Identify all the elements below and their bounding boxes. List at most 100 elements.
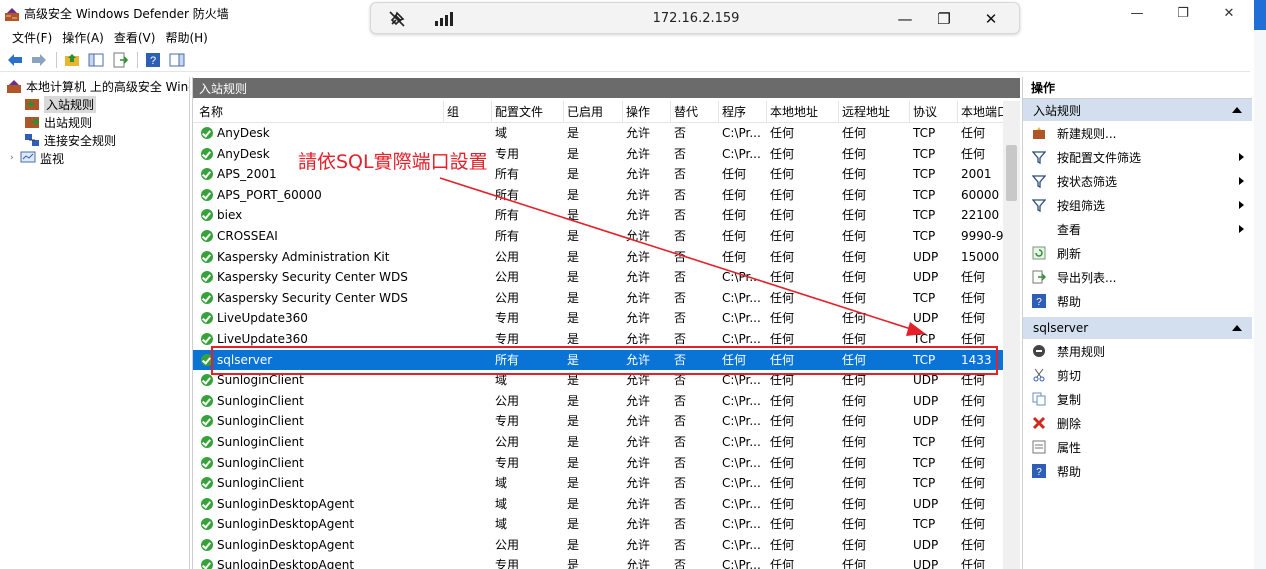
cell-override: 否: [674, 270, 687, 285]
rule-row[interactable]: SunloginClient 公用 是 允许 否 C:\Pr... 任何 任何 UDP 任何: [193, 391, 1003, 412]
cell-enabled: 是: [567, 126, 580, 140]
rule-row[interactable]: SunloginDesktopAgent 专用 是 允许 否 C:\Pr... 任何 任何 UD…: [193, 555, 1003, 569]
cell-program: C:\Pr...: [722, 537, 761, 552]
column-header-action[interactable]: 操作: [623, 101, 671, 123]
tree-item-inbound-rules[interactable]: 入站规则: [0, 95, 189, 113]
actions-section-inbound-rules[interactable]: 入站规则: [1023, 99, 1252, 121]
export-list-icon[interactable]: [111, 51, 129, 69]
action-help-rule[interactable]: ? 帮助: [1023, 459, 1252, 483]
cell-enabled: 是: [567, 167, 580, 182]
show-hide-tree-icon[interactable]: [87, 51, 105, 69]
rule-row[interactable]: SunloginDesktopAgent 域 是 允许 否 C:\Pr... 任何 任何 TCP…: [193, 514, 1003, 535]
action-view[interactable]: 查看: [1023, 217, 1252, 241]
action-filter-by-profile[interactable]: 按配置文件筛选: [1023, 145, 1252, 169]
menu-file[interactable]: 文件(F): [12, 29, 52, 46]
rule-row[interactable]: SunloginClient 公用 是 允许 否 C:\Pr... 任何 任何 TCP 任何: [193, 432, 1003, 453]
action-label: 帮助: [1057, 464, 1082, 479]
action-new-rule[interactable]: 新建规则...: [1023, 121, 1252, 145]
actions-section-label: 入站规则: [1033, 103, 1082, 118]
action-filter-by-group[interactable]: 按组筛选: [1023, 193, 1252, 217]
close-button[interactable]: ✕: [1206, 0, 1252, 27]
column-header-local-address[interactable]: 本地地址: [767, 101, 839, 123]
action-help[interactable]: ? 帮助: [1023, 289, 1252, 313]
rule-row[interactable]: LiveUpdate360 专用 是 允许 否 C:\Pr... 任何 任何 UDP 任何: [193, 308, 1003, 329]
column-header-protocol[interactable]: 协议: [910, 101, 958, 123]
action-disable-rule[interactable]: 禁用规则: [1023, 339, 1252, 363]
rule-row[interactable]: SunloginDesktopAgent 公用 是 允许 否 C:\Pr... 任何 任何 UD…: [193, 535, 1003, 556]
action-cut[interactable]: 剪切: [1023, 363, 1252, 387]
rule-row[interactable]: APS_PORT_60000 所有 是 允许 否 任何 任何 任何 TCP 60000: [193, 185, 1003, 206]
column-header-profile[interactable]: 配置文件: [492, 101, 564, 123]
rdp-minimize-button[interactable]: —: [892, 7, 918, 31]
cell-remote-address: 任何: [842, 311, 867, 326]
action-properties[interactable]: 属性: [1023, 435, 1252, 459]
rdp-close-button[interactable]: ✕: [978, 7, 1004, 31]
action-delete[interactable]: 删除: [1023, 411, 1252, 435]
cell-local-port: 任何: [961, 476, 986, 491]
cell-profile: 公用: [495, 270, 520, 285]
cell-local-port: 22100: [961, 208, 1000, 223]
menu-action[interactable]: 操作(A): [62, 29, 104, 46]
column-header-remote-address[interactable]: 远程地址: [839, 101, 910, 123]
rule-enabled-icon: [201, 538, 213, 551]
column-header-local-port[interactable]: 本地端口: [958, 101, 1003, 123]
collapse-caret-icon[interactable]: [1232, 325, 1242, 331]
rule-enabled-icon: [201, 332, 213, 345]
rule-row[interactable]: Kaspersky Security Center WDS 公用 是 允许 否 C:\Pr…: [193, 267, 1003, 288]
forward-arrow-icon[interactable]: [30, 51, 48, 69]
show-action-pane-icon[interactable]: [168, 51, 186, 69]
tree-item-outbound-rules[interactable]: 出站规则: [0, 113, 189, 131]
cell-protocol: TCP: [913, 208, 936, 223]
cell-local-address: 任何: [770, 270, 795, 285]
rule-row[interactable]: SunloginClient 专用 是 允许 否 C:\Pr... 任何 任何 UDP 任何: [193, 411, 1003, 432]
expand-chevron-icon[interactable]: ›: [10, 153, 20, 163]
cell-protocol: TCP: [913, 434, 936, 449]
rule-row[interactable]: biex 所有 是 允许 否 任何 任何 任何 TCP 22100: [193, 205, 1003, 226]
column-header-enabled[interactable]: 已启用: [564, 101, 623, 123]
column-header-program[interactable]: 程序: [719, 101, 767, 123]
up-folder-icon[interactable]: [63, 51, 81, 69]
action-filter-by-state[interactable]: 按状态筛选: [1023, 169, 1252, 193]
cell-group: [444, 308, 492, 328]
cell-enabled: 是: [567, 455, 580, 470]
rule-row[interactable]: SunloginClient 域 是 允许 否 C:\Pr... 任何 任何 TCP 任何: [193, 473, 1003, 494]
rule-row[interactable]: SunloginDesktopAgent 域 是 允许 否 C:\Pr... 任何 任何 UDP…: [193, 494, 1003, 515]
action-export-list[interactable]: 导出列表...: [1023, 265, 1252, 289]
menu-view[interactable]: 查看(V): [114, 29, 156, 46]
rule-row[interactable]: Kaspersky Security Center WDS 公用 是 允许 否 C:\Pr…: [193, 288, 1003, 309]
cell-remote-address: 任何: [842, 455, 867, 470]
cell-remote-address: 任何: [842, 270, 867, 285]
rule-enabled-icon: [201, 312, 213, 325]
help-icon[interactable]: ?: [144, 51, 162, 69]
rule-row[interactable]: SunloginClient 专用 是 允许 否 C:\Pr... 任何 任何 TCP 任何: [193, 453, 1003, 474]
rules-vertical-scrollbar[interactable]: [1003, 101, 1020, 569]
cell-enabled: 是: [567, 270, 580, 285]
rule-row[interactable]: Kaspersky Administration Kit 公用 是 允许 否 任何 任何 任何…: [193, 247, 1003, 268]
cell-local-address: 任何: [770, 126, 795, 140]
rule-row[interactable]: AnyDesk 域 是 允许 否 C:\Pr... 任何 任何 TCP 任何: [193, 123, 1003, 144]
minimize-button[interactable]: —: [1114, 0, 1160, 27]
action-copy[interactable]: 复制: [1023, 387, 1252, 411]
cell-override: 否: [674, 537, 687, 552]
cell-group: [444, 411, 492, 431]
menu-help[interactable]: 帮助(H): [165, 29, 207, 46]
column-header-override[interactable]: 替代: [671, 101, 719, 123]
cell-group: [444, 226, 492, 246]
back-arrow-icon[interactable]: [6, 51, 24, 69]
rule-row[interactable]: CROSSEAI 所有 是 允许 否 任何 任何 任何 TCP 9990-99: [193, 226, 1003, 247]
column-header-group[interactable]: 组: [444, 101, 492, 123]
tree-item-connection-security-rules[interactable]: 连接安全规则: [0, 131, 189, 149]
restore-button[interactable]: ❐: [1160, 0, 1206, 27]
scrollbar-thumb[interactable]: [1006, 145, 1017, 201]
cell-program: C:\Pr...: [722, 434, 761, 449]
cell-name: SunloginDesktopAgent: [217, 537, 355, 552]
rule-enabled-icon: [201, 168, 213, 181]
rdp-restore-button[interactable]: ❐: [931, 7, 957, 31]
tree-item-monitoring[interactable]: › 监视: [0, 149, 189, 167]
action-refresh[interactable]: 刷新: [1023, 241, 1252, 265]
actions-section-sqlserver[interactable]: sqlserver: [1023, 317, 1252, 339]
column-header-name[interactable]: 名称: [196, 101, 444, 123]
tree-root[interactable]: 本地计算机 上的高级安全 Windc: [0, 77, 189, 95]
cell-local-port: 任何: [961, 126, 986, 140]
collapse-caret-icon[interactable]: [1232, 107, 1242, 113]
